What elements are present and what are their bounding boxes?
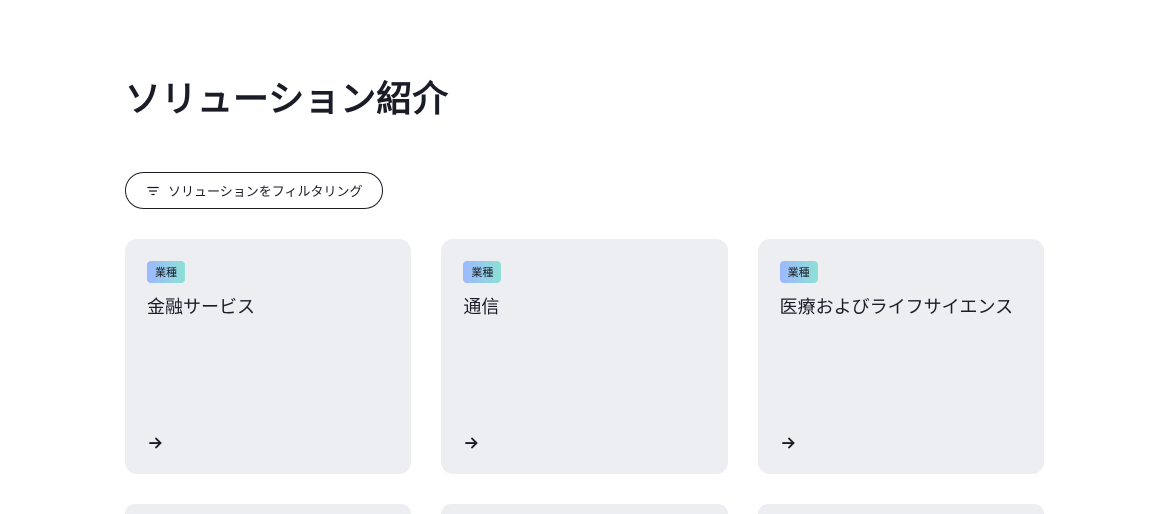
cards-grid: 業種 金融サービス 業種 通信 業種 医療およびライフサイエンス xyxy=(125,239,1044,474)
category-badge: 業種 xyxy=(463,261,501,283)
partial-card xyxy=(125,504,411,514)
filter-icon xyxy=(146,184,160,198)
category-badge: 業種 xyxy=(147,261,185,283)
category-badge: 業種 xyxy=(780,261,818,283)
arrow-right-icon xyxy=(780,434,1022,452)
partial-row xyxy=(125,504,1044,514)
card-title: 医療およびライフサイエンス xyxy=(780,293,1022,319)
filter-button-label: ソリューションをフィルタリング xyxy=(168,181,362,200)
card-communications[interactable]: 業種 通信 xyxy=(441,239,727,474)
card-title: 金融サービス xyxy=(147,293,389,319)
card-title: 通信 xyxy=(463,293,705,319)
arrow-right-icon xyxy=(463,434,705,452)
card-financial-services[interactable]: 業種 金融サービス xyxy=(125,239,411,474)
partial-card xyxy=(441,504,727,514)
filter-button[interactable]: ソリューションをフィルタリング xyxy=(125,172,383,209)
page-title: ソリューション紹介 xyxy=(125,70,1044,122)
arrow-right-icon xyxy=(147,434,389,452)
partial-card xyxy=(758,504,1044,514)
card-healthcare-life-sciences[interactable]: 業種 医療およびライフサイエンス xyxy=(758,239,1044,474)
